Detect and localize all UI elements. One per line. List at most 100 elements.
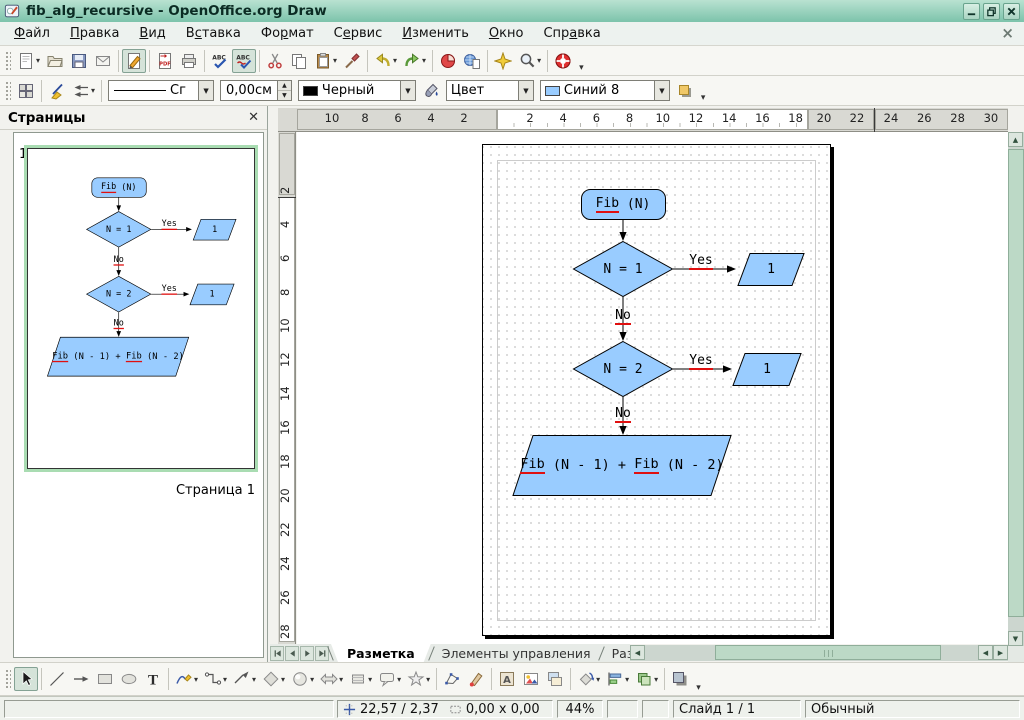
dropdown-caret-icon[interactable]: ▾ bbox=[654, 675, 658, 684]
drawing-page[interactable]: Fib (N) N = 1 1 N = 2 1 Fib (N - 1) + Fi… bbox=[482, 144, 831, 636]
dropdown-caret-icon[interactable]: ▾ bbox=[333, 56, 337, 65]
dropdown-caret-icon[interactable]: ▾ bbox=[596, 675, 600, 684]
help-button[interactable] bbox=[551, 49, 575, 73]
toolbar-overflow-icon[interactable]: ▾ bbox=[696, 683, 701, 693]
dropdown-caret-icon[interactable]: ▾ bbox=[422, 56, 426, 65]
callouts-button[interactable]: ▾ bbox=[375, 667, 404, 691]
shadow-button[interactable] bbox=[673, 79, 697, 103]
arrow-button[interactable] bbox=[69, 667, 93, 691]
fontwork-button[interactable]: A bbox=[495, 667, 519, 691]
rotate-button[interactable]: ▾ bbox=[574, 667, 603, 691]
dropdown-caret-icon[interactable]: ▾ bbox=[625, 675, 629, 684]
save-button[interactable] bbox=[67, 49, 91, 73]
align-button[interactable]: ▾ bbox=[603, 667, 632, 691]
line-button[interactable] bbox=[45, 667, 69, 691]
line-color-dropdown-icon[interactable]: ▼ bbox=[400, 81, 415, 100]
rectangle-button[interactable] bbox=[93, 667, 117, 691]
dropdown-caret-icon[interactable]: ▾ bbox=[339, 675, 343, 684]
zoom-button[interactable]: ▾ bbox=[515, 49, 544, 73]
menu-view[interactable]: Вид bbox=[129, 24, 175, 43]
fill-type-dropdown-icon[interactable]: ▼ bbox=[518, 81, 533, 100]
dropdown-caret-icon[interactable]: ▾ bbox=[310, 675, 314, 684]
print-button[interactable] bbox=[177, 49, 201, 73]
toolbar-drag-handle[interactable] bbox=[5, 669, 11, 689]
close-button[interactable] bbox=[1003, 3, 1020, 20]
scroll-right-icon[interactable]: ▶ bbox=[993, 645, 1008, 660]
drawing-canvas[interactable]: Fib (N) N = 1 1 N = 2 1 Fib (N - 1) + Fi… bbox=[297, 132, 1008, 644]
toolbar-overflow-icon[interactable]: ▾ bbox=[579, 63, 584, 73]
shadow-tool-button[interactable] bbox=[668, 667, 692, 691]
block-arrows-button[interactable]: ▾ bbox=[317, 667, 346, 691]
format-paintbrush-button[interactable] bbox=[340, 49, 364, 73]
arrow-style-button[interactable]: ▾ bbox=[69, 79, 98, 103]
dropdown-caret-icon[interactable]: ▾ bbox=[393, 56, 397, 65]
redo-button[interactable]: ▾ bbox=[400, 49, 429, 73]
minimize-button[interactable] bbox=[963, 3, 980, 20]
text-button[interactable]: T bbox=[141, 667, 165, 691]
dropdown-caret-icon[interactable]: ▾ bbox=[426, 675, 430, 684]
line-properties-button[interactable] bbox=[45, 79, 69, 103]
menu-help[interactable]: Справка bbox=[533, 24, 610, 43]
tab-nav-first-icon[interactable] bbox=[270, 646, 284, 661]
fill-color-dropdown-icon[interactable]: ▼ bbox=[654, 81, 669, 100]
line-width-spinner[interactable]: 0,00см ▲▼ bbox=[220, 80, 292, 101]
tab-layout[interactable]: Разметка bbox=[331, 644, 431, 662]
gallery-button[interactable] bbox=[543, 667, 567, 691]
auto-spellcheck-button[interactable]: ABC bbox=[232, 49, 256, 73]
menu-insert[interactable]: Вставка bbox=[176, 24, 251, 43]
line-style-dropdown-icon[interactable]: ▼ bbox=[198, 81, 213, 100]
vertical-scroll-thumb[interactable] bbox=[1008, 149, 1024, 617]
stars-button[interactable]: ▾ bbox=[404, 667, 433, 691]
scroll-down-icon[interactable]: ▼ bbox=[1008, 631, 1023, 646]
flowchart[interactable]: Fib (N) N = 1 1 N = 2 1 Fib (N - 1) + Fi… bbox=[28, 149, 254, 468]
curve-button[interactable]: ▾ bbox=[172, 667, 201, 691]
status-style-cell[interactable]: Обычный bbox=[805, 700, 1020, 718]
edit-points-button[interactable] bbox=[440, 667, 464, 691]
new-document-button[interactable]: ▾ bbox=[14, 49, 43, 73]
toolbar-drag-handle[interactable] bbox=[5, 81, 11, 101]
spin-up-icon[interactable]: ▲ bbox=[278, 81, 291, 91]
dropdown-caret-icon[interactable]: ▾ bbox=[368, 675, 372, 684]
tab-nav-next-icon[interactable] bbox=[300, 646, 314, 661]
toolbar-drag-handle[interactable] bbox=[5, 51, 11, 71]
flowchart-shapes-button[interactable]: ▾ bbox=[346, 667, 375, 691]
tab-dimension-lines[interactable]: Разм bbox=[602, 644, 630, 662]
chart-button[interactable] bbox=[436, 49, 460, 73]
vertical-scrollbar[interactable]: ▲ ▼ bbox=[1008, 132, 1024, 646]
menu-format[interactable]: Формат bbox=[251, 24, 324, 43]
menu-tools[interactable]: Сервис bbox=[324, 24, 393, 43]
close-document-button[interactable]: × bbox=[1001, 26, 1014, 41]
page-thumbnail[interactable]: Fib (N) N = 1 1 N = 2 1 Fib (N - 1) + Fi… bbox=[24, 145, 258, 472]
fill-type-select[interactable]: Цвет ▼ bbox=[446, 80, 534, 101]
status-zoom-cell[interactable]: 44% bbox=[557, 700, 603, 718]
document-email-button[interactable] bbox=[91, 49, 115, 73]
styles-button[interactable] bbox=[14, 79, 38, 103]
area-style-button[interactable] bbox=[419, 79, 443, 103]
navigator-button[interactable] bbox=[491, 49, 515, 73]
menu-file[interactable]: Файл bbox=[4, 24, 60, 43]
line-style-select[interactable]: Сг ▼ bbox=[108, 80, 214, 101]
dropdown-caret-icon[interactable]: ▾ bbox=[397, 675, 401, 684]
lines-arrows-button[interactable]: ▾ bbox=[230, 667, 259, 691]
menu-edit[interactable]: Правка bbox=[60, 24, 129, 43]
undo-button[interactable]: ▾ bbox=[371, 49, 400, 73]
paste-button[interactable]: ▾ bbox=[311, 49, 340, 73]
select-button[interactable] bbox=[14, 667, 38, 691]
scroll-left-icon[interactable]: ◀ bbox=[630, 645, 645, 660]
connector-button[interactable]: ▾ bbox=[201, 667, 230, 691]
tab-controls[interactable]: Элементы управления bbox=[432, 644, 601, 662]
symbol-shapes-button[interactable]: ▾ bbox=[288, 667, 317, 691]
arrange-button[interactable]: ▾ bbox=[632, 667, 661, 691]
hyperlink-button[interactable] bbox=[460, 49, 484, 73]
toolbar-overflow-icon[interactable]: ▾ bbox=[701, 93, 706, 103]
menu-window[interactable]: Окно bbox=[479, 24, 534, 43]
from-file-button[interactable] bbox=[519, 667, 543, 691]
menu-modify[interactable]: Изменить bbox=[392, 24, 479, 43]
spin-down-icon[interactable]: ▼ bbox=[278, 91, 291, 101]
title-bar[interactable]: fib_alg_recursive - OpenOffice.org Draw bbox=[0, 0, 1024, 22]
dropdown-caret-icon[interactable]: ▾ bbox=[194, 675, 198, 684]
horizontal-scrollbar[interactable]: ◀ ◀ ▶ bbox=[630, 645, 1008, 661]
horizontal-scroll-thumb[interactable] bbox=[715, 645, 941, 660]
cut-button[interactable] bbox=[263, 49, 287, 73]
scroll-left2-icon[interactable]: ◀ bbox=[978, 645, 993, 660]
